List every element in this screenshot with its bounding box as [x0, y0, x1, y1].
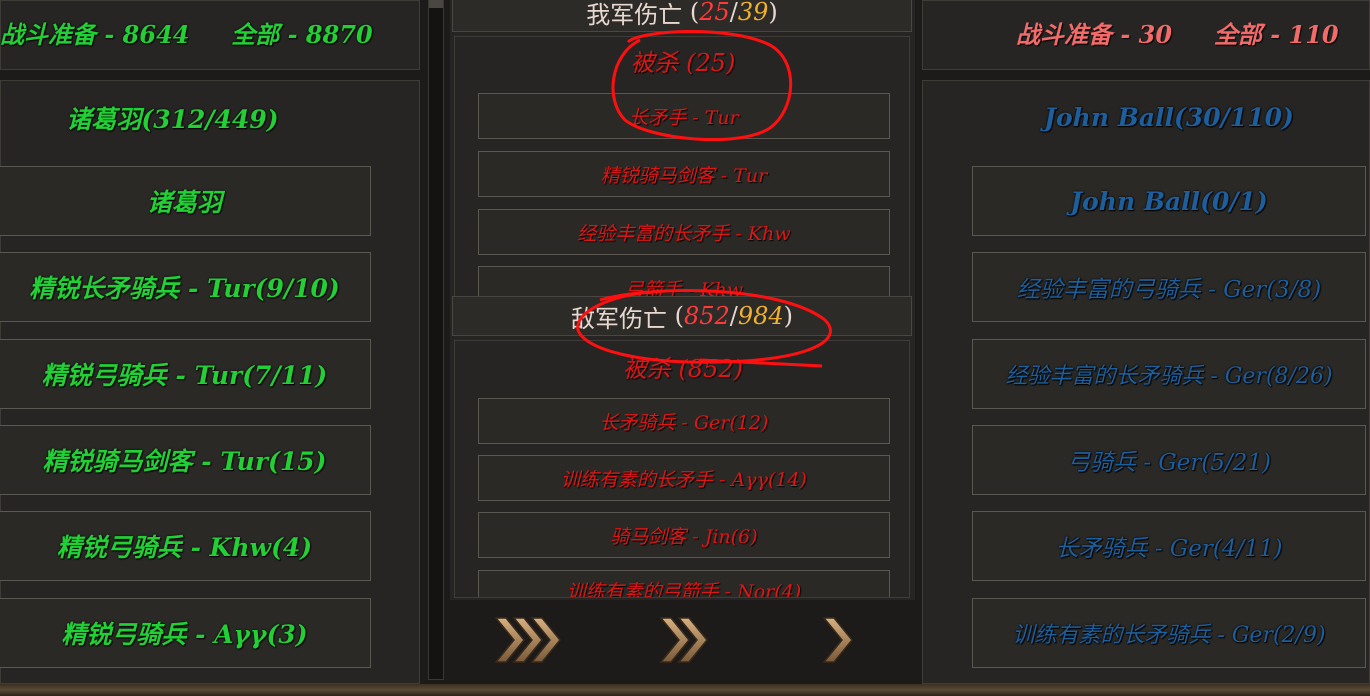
- our-killed-count: 25: [695, 49, 727, 77]
- our-casualties-killed: 25: [699, 0, 730, 26]
- our-casualties-title: 我军伤亡 (25/39): [452, 0, 912, 32]
- our-casualty-1[interactable]: 精锐骑马剑客 - Tur: [478, 151, 890, 197]
- enemy-casualties-title: 敌军伤亡 (852/984): [452, 296, 912, 336]
- our-killed-heading: 被杀 (25): [630, 49, 736, 77]
- enemy-killed-count: 852: [687, 355, 734, 383]
- right-unit-0[interactable]: John Ball(0/1): [972, 166, 1366, 236]
- right-unit-5[interactable]: 训练有素的长矛骑兵 - Ger(2/9): [972, 598, 1366, 668]
- right-ready-label: 战斗准备: [1016, 20, 1112, 49]
- enemy-casualty-2[interactable]: 骑马剑客 - Jin(6): [478, 512, 890, 558]
- enemy-killed-label: 被杀: [622, 355, 671, 383]
- right-unit-1[interactable]: 经验丰富的弓骑兵 - Ger(3/8): [972, 252, 1366, 322]
- fast-forward-3-icon[interactable]: [492, 612, 568, 668]
- bottom-frame-border: [0, 684, 1370, 696]
- enemy-casualty-3[interactable]: 训练有素的弓箭手 - Nor(4): [478, 570, 890, 597]
- fast-forward-2-icon[interactable]: [657, 612, 717, 668]
- left-unit-1[interactable]: 精锐长矛骑兵 - Tur(9/10): [0, 252, 371, 322]
- right-unit-3[interactable]: 弓骑兵 - Ger(5/21): [972, 425, 1366, 495]
- our-casualty-list: 被杀 (25) 长矛手 - Tur 精锐骑马剑客 - Tur 经验丰富的长矛手 …: [454, 36, 910, 298]
- our-casualty-2[interactable]: 经验丰富的长矛手 - Khw: [478, 209, 890, 255]
- right-total-label: 全部: [1213, 20, 1262, 49]
- left-unit-0[interactable]: 诸葛羽: [0, 166, 371, 236]
- our-casualty-3[interactable]: 弓箭手 - Khw: [478, 266, 890, 297]
- right-commander[interactable]: John Ball(30/110): [972, 90, 1366, 145]
- left-unit-3[interactable]: 精锐骑马剑客 - Tur(15): [0, 425, 371, 495]
- left-total-value: 8870: [305, 20, 373, 49]
- play-icon[interactable]: [818, 612, 862, 668]
- center-scrollbar[interactable]: [428, 0, 444, 680]
- left-commander[interactable]: 诸葛羽(312/449): [0, 90, 345, 145]
- left-total-label: 全部: [231, 20, 280, 49]
- right-ready-value: 30: [1138, 20, 1173, 49]
- left-unit-5[interactable]: 精锐弓骑兵 - Αγγ(3): [0, 598, 371, 668]
- enemy-casualty-1[interactable]: 训练有素的长矛手 - Αγγ(14): [478, 455, 890, 501]
- scrollbar-thumb[interactable]: [429, 0, 443, 8]
- enemy-casualty-0[interactable]: 长矛骑兵 - Ger(12): [478, 398, 890, 444]
- left-unit-2[interactable]: 精锐弓骑兵 - Tur(7/11): [0, 339, 371, 409]
- right-header-stats: 战斗准备 - 30 全部 - 110: [1016, 20, 1339, 49]
- our-casualties-label: 我军伤亡: [586, 0, 683, 29]
- left-ready-label: 战斗准备: [0, 20, 96, 49]
- enemy-casualties-total: 984: [737, 302, 784, 330]
- enemy-casualty-list: 被杀 (852) 长矛骑兵 - Ger(12) 训练有素的长矛手 - Αγγ(1…: [454, 340, 910, 598]
- left-unit-4[interactable]: 精锐弓骑兵 - Khw(4): [0, 511, 371, 581]
- left-ready-value: 8644: [122, 20, 190, 49]
- right-total-value: 110: [1288, 20, 1339, 49]
- right-unit-2[interactable]: 经验丰富的长矛骑兵 - Ger(8/26): [972, 339, 1366, 409]
- left-header-stats: 战斗准备 - 8644 全部 - 8870: [0, 20, 373, 49]
- our-killed-label: 被杀: [630, 49, 679, 77]
- right-unit-4[interactable]: 长矛骑兵 - Ger(4/11): [972, 511, 1366, 581]
- our-casualty-0[interactable]: 长矛手 - Tur: [478, 93, 890, 139]
- enemy-casualties-label: 敌军伤亡: [570, 304, 667, 333]
- enemy-casualties-killed: 852: [683, 302, 730, 330]
- enemy-killed-heading: 被杀 (852): [622, 355, 744, 383]
- our-casualties-total: 39: [737, 0, 769, 26]
